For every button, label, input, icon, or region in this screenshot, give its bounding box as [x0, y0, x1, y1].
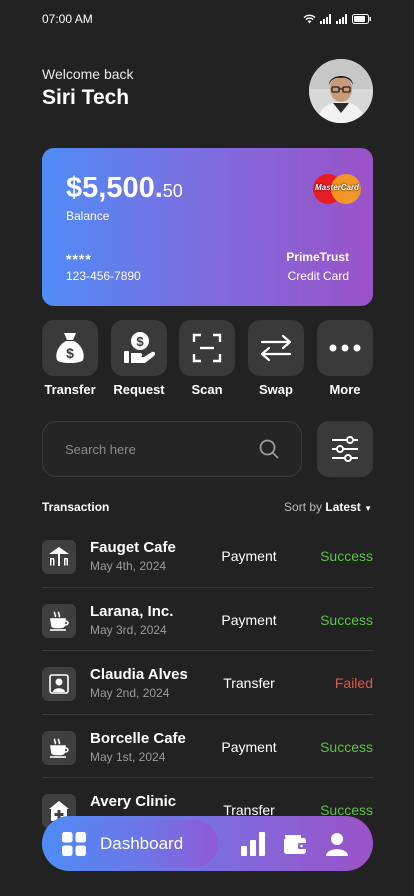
swap-label: Swap — [259, 382, 293, 397]
more-label: More — [329, 382, 361, 397]
avatar-photo — [309, 59, 373, 123]
status-time: 07:00 AM — [42, 12, 93, 26]
table-row[interactable]: Claudia Alves May 2nd, 2024 Transfer Fai… — [42, 651, 373, 715]
avatar[interactable] — [309, 59, 373, 123]
filter-button[interactable] — [317, 421, 373, 477]
card-number: 123-456-7890 — [66, 269, 141, 283]
balance-main: $5,500. — [66, 172, 163, 204]
scan-label: Scan — [191, 382, 223, 397]
scan-frame-icon — [192, 333, 222, 363]
swap-button[interactable]: Swap — [248, 320, 304, 397]
mastercard-logo: MasterCard — [313, 174, 361, 204]
cafe-icon — [42, 540, 76, 574]
sliders-icon — [332, 436, 358, 462]
tx-date: May 1st, 2024 — [90, 749, 166, 764]
table-row[interactable]: Larana, Inc. May 3rd, 2024 Payment Succe… — [42, 588, 373, 651]
balance-amount: $5,500.50 — [66, 172, 183, 205]
status-icons — [303, 14, 372, 24]
tx-date: May 4th, 2024 — [90, 559, 167, 573]
transaction-list: Fauget Cafe May 4th, 2024 Payment Succes… — [42, 524, 373, 842]
nav-wallet-button[interactable] — [282, 831, 308, 857]
nav-profile-button[interactable] — [324, 831, 350, 857]
tx-type: Payment — [221, 548, 277, 564]
money-bag-icon: $ — [56, 333, 84, 363]
status-bar: 07:00 AM — [42, 10, 372, 28]
signal-icon — [320, 14, 331, 24]
nav-dashboard-button[interactable]: Dashboard — [42, 820, 218, 867]
battery-icon — [352, 14, 371, 24]
sort-value[interactable]: Latest — [325, 500, 360, 514]
tx-type: Payment — [221, 611, 277, 628]
request-tile[interactable]: $ — [111, 320, 167, 376]
tx-name: Larana, Inc. — [90, 602, 174, 620]
mastercard-logo-text: MasterCard — [314, 183, 359, 192]
table-row[interactable]: Fauget Cafe May 4th, 2024 Payment Succes… — [42, 524, 373, 588]
tx-date: May 2nd, 2024 — [90, 686, 170, 700]
wifi-icon — [303, 14, 316, 24]
coffee-cup-icon — [42, 603, 76, 638]
quick-actions: $ Transfer $ Request Scan Swap More — [42, 320, 373, 400]
request-label: Request — [113, 382, 165, 397]
person-icon — [42, 667, 76, 701]
user-name: Siri Tech — [42, 86, 130, 109]
balance-cents: 50 — [162, 181, 183, 201]
signal-icon-secondary — [336, 14, 347, 24]
card-mask: **** — [66, 251, 92, 267]
welcome-text: Welcome back — [42, 66, 134, 82]
more-dots-icon — [329, 344, 361, 352]
transfer-tile[interactable]: $ — [42, 320, 98, 376]
coffee-cup-icon — [42, 730, 76, 765]
tx-name: Avery Clinic — [90, 793, 177, 810]
user-icon — [326, 833, 348, 856]
balance-label: Balance — [66, 209, 110, 223]
bar-chart-icon — [241, 832, 265, 856]
dashboard-grid-icon — [62, 831, 86, 856]
swap-tile[interactable] — [248, 320, 304, 376]
status-badge: Success — [320, 611, 373, 628]
scan-tile[interactable] — [179, 320, 235, 376]
search-icon[interactable] — [259, 439, 279, 459]
svg-text:$: $ — [66, 345, 74, 361]
svg-text:$: $ — [136, 334, 144, 349]
bank-name: PrimeTrust — [286, 250, 349, 264]
sort-control[interactable]: Sort by Latest ▼ — [284, 500, 372, 514]
tx-date: May 3rd, 2024 — [90, 622, 167, 637]
transfer-label: Transfer — [44, 382, 96, 397]
nav-dashboard-label: Dashboard — [100, 833, 184, 853]
tx-name: Fauget Cafe — [90, 539, 176, 556]
table-row[interactable]: Borcelle Cafe May 1st, 2024 Payment Succ… — [42, 715, 373, 778]
wallet-icon — [284, 835, 307, 854]
more-tile[interactable] — [317, 320, 373, 376]
transfer-button[interactable]: $ Transfer — [42, 320, 98, 397]
tx-name: Claudia Alves — [90, 666, 188, 683]
balance-card[interactable]: $5,500.50 Balance MasterCard **** 123-45… — [42, 148, 373, 306]
hand-dollar-icon: $ — [124, 332, 156, 363]
status-badge: Success — [320, 738, 373, 755]
card-type: Credit Card — [287, 269, 349, 283]
status-badge: Success — [320, 548, 373, 564]
bottom-nav: Dashboard — [42, 816, 373, 871]
request-button[interactable]: $ Request — [111, 320, 167, 397]
sort-label: Sort by — [284, 500, 323, 514]
tx-type: Transfer — [223, 675, 275, 691]
search-box[interactable] — [42, 421, 302, 477]
scan-button[interactable]: Scan — [179, 320, 235, 397]
tx-type: Payment — [221, 738, 277, 755]
nav-stats-button[interactable] — [240, 831, 266, 857]
more-button[interactable]: More — [317, 320, 373, 397]
swap-arrows-icon — [260, 334, 292, 362]
transaction-heading: Transaction — [42, 500, 110, 514]
tx-name: Borcelle Cafe — [90, 729, 186, 747]
caret-down-icon: ▼ — [364, 504, 372, 513]
status-badge: Failed — [334, 675, 373, 691]
search-input[interactable] — [65, 441, 259, 457]
